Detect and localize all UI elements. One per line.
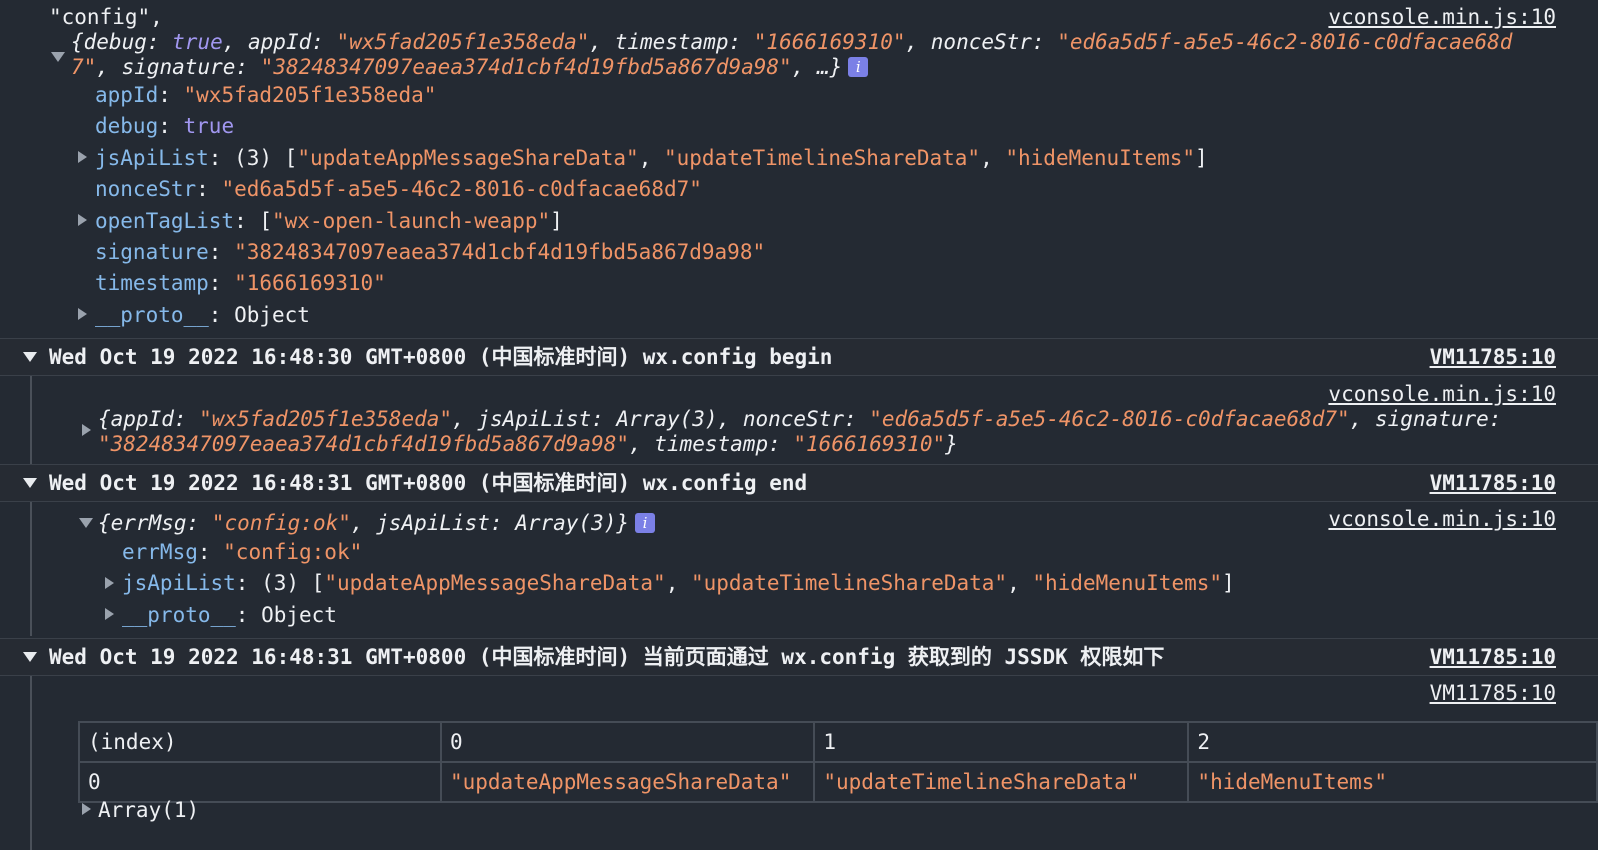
group-header-config-begin[interactable]: Wed Oct 19 2022 16:48:30 GMT+0800 (中国标准时…	[0, 338, 1598, 376]
source-link[interactable]: VM11785:10	[1430, 470, 1556, 496]
expand-toggle-icon[interactable]	[51, 52, 65, 62]
object-summary-cont: "38248347097eaea374d1cbf4d19fbd5a867d9a9…	[98, 432, 958, 456]
expand-jsapilist-icon[interactable]	[78, 151, 87, 163]
object-summary-cont: 7", signature: "38248347097eaea374d1cbf4…	[71, 54, 869, 80]
info-icon: i	[635, 513, 656, 533]
object-summary[interactable]: {appId: "wx5fad205f1e358eda", jsApiList:…	[98, 406, 1501, 432]
prop-noncestr: nonceStr: "ed6a5d5f-a5e5-46c2-8016-c0dfa…	[95, 177, 702, 201]
source-link[interactable]: VM11785:10	[1430, 344, 1556, 370]
object-summary[interactable]: {debug: true, appId: "wx5fad205f1e358eda…	[71, 29, 1512, 55]
collapse-group-icon[interactable]	[23, 352, 37, 362]
table-header-cell[interactable]: 1	[813, 721, 1190, 763]
prop-debug: debug: true	[95, 114, 235, 138]
group-indent	[30, 376, 32, 464]
source-link[interactable]: VM11785:10	[1430, 644, 1556, 670]
table-cell: "updateAppMessageShareData"	[439, 761, 816, 803]
expand-jsapilist-icon[interactable]	[105, 577, 114, 589]
table-header-cell[interactable]: 2	[1187, 721, 1598, 763]
expand-opentaglist-icon[interactable]	[78, 214, 87, 226]
expand-proto-icon[interactable]	[105, 608, 114, 620]
group-title: Wed Oct 19 2022 16:48:31 GMT+0800 (中国标准时…	[49, 645, 1165, 669]
info-icon: i	[848, 57, 869, 77]
prop-proto[interactable]: __proto__: Object	[122, 602, 337, 628]
table-cell: 0	[78, 761, 442, 803]
group-indent	[30, 502, 32, 636]
collapse-group-icon[interactable]	[23, 652, 37, 662]
prop-opentaglist[interactable]: openTagList: ["wx-open-launch-weapp"]	[95, 208, 563, 234]
prop-timestamp: timestamp: "1666169310"	[95, 271, 386, 295]
group-header-jssdk-permissions[interactable]: Wed Oct 19 2022 16:48:31 GMT+0800 (中国标准时…	[0, 638, 1598, 676]
group-title: Wed Oct 19 2022 16:48:31 GMT+0800 (中国标准时…	[49, 471, 808, 495]
config-label: "config",	[49, 5, 163, 29]
table-header-row: (index) 0 1 2	[78, 721, 1598, 763]
source-link[interactable]: vconsole.min.js:10	[1328, 381, 1556, 407]
table-header-cell[interactable]: (index)	[78, 721, 442, 763]
table-cell: "hideMenuItems"	[1187, 761, 1598, 803]
expand-proto-icon[interactable]	[78, 308, 87, 320]
collapse-object-icon[interactable]	[79, 518, 93, 528]
expand-object-icon[interactable]	[82, 424, 91, 436]
group-title: Wed Oct 19 2022 16:48:30 GMT+0800 (中国标准时…	[49, 345, 833, 369]
prop-appid: appId: "wx5fad205f1e358eda"	[95, 83, 437, 107]
prop-jsapilist[interactable]: jsApiList: (3) ["updateAppMessageShareDa…	[95, 145, 1208, 171]
table-row: 0 "updateAppMessageShareData" "updateTim…	[78, 761, 1598, 803]
table-header-cell[interactable]: 0	[439, 721, 816, 763]
expand-array-icon[interactable]	[82, 803, 91, 815]
collapse-group-icon[interactable]	[23, 478, 37, 488]
array-summary[interactable]: Array(1)	[98, 797, 199, 823]
prop-jsapilist[interactable]: jsApiList: (3) ["updateAppMessageShareDa…	[122, 570, 1235, 596]
source-link[interactable]: vconsole.min.js:10	[1328, 506, 1556, 532]
source-link[interactable]: vconsole.min.js:10	[1328, 4, 1556, 30]
source-link[interactable]: VM11785:10	[1430, 680, 1556, 706]
console-table: (index) 0 1 2 0 "updateAppMessageShareDa…	[78, 721, 1598, 803]
group-header-config-end[interactable]: Wed Oct 19 2022 16:48:31 GMT+0800 (中国标准时…	[0, 464, 1598, 502]
table-cell: "updateTimelineShareData"	[813, 761, 1190, 803]
prop-proto[interactable]: __proto__: Object	[95, 302, 310, 328]
prop-errmsg: errMsg: "config:ok"	[122, 540, 363, 564]
group-indent	[30, 676, 32, 850]
prop-signature: signature: "38248347097eaea374d1cbf4d19f…	[95, 240, 766, 264]
object-summary[interactable]: {errMsg: "config:ok", jsApiList: Array(3…	[98, 510, 656, 536]
